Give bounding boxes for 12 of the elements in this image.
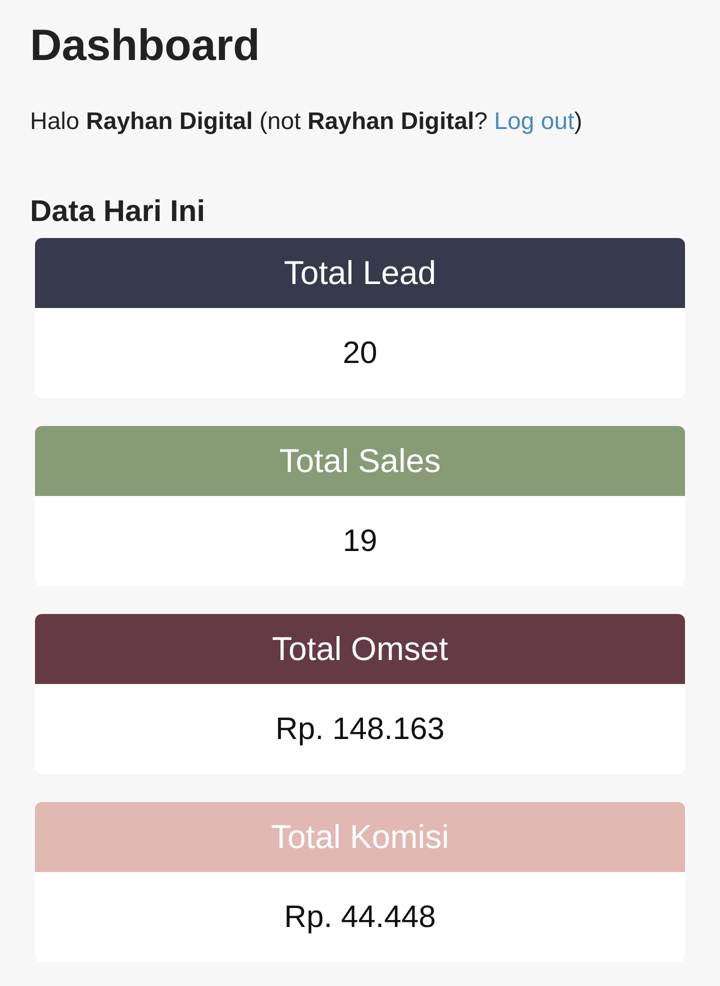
card-header: Total Omset: [35, 614, 685, 684]
card-header: Total Lead: [35, 238, 685, 308]
page-title: Dashboard: [30, 20, 261, 72]
greeting-text: Halo Rayhan Digital (not Rayhan Digital? Log out): [30, 107, 584, 137]
card-header: Total Sales: [35, 426, 685, 496]
card-header: Total Komisi: [35, 802, 685, 872]
card-value: 20: [342, 334, 378, 372]
section-title: Data Hari Ini: [30, 194, 206, 230]
card-value: Rp. 148.163: [274, 710, 446, 748]
card-value: Rp. 44.448: [283, 898, 437, 936]
logout-link[interactable]: Log out: [494, 108, 574, 135]
card-value: 19: [342, 522, 378, 560]
